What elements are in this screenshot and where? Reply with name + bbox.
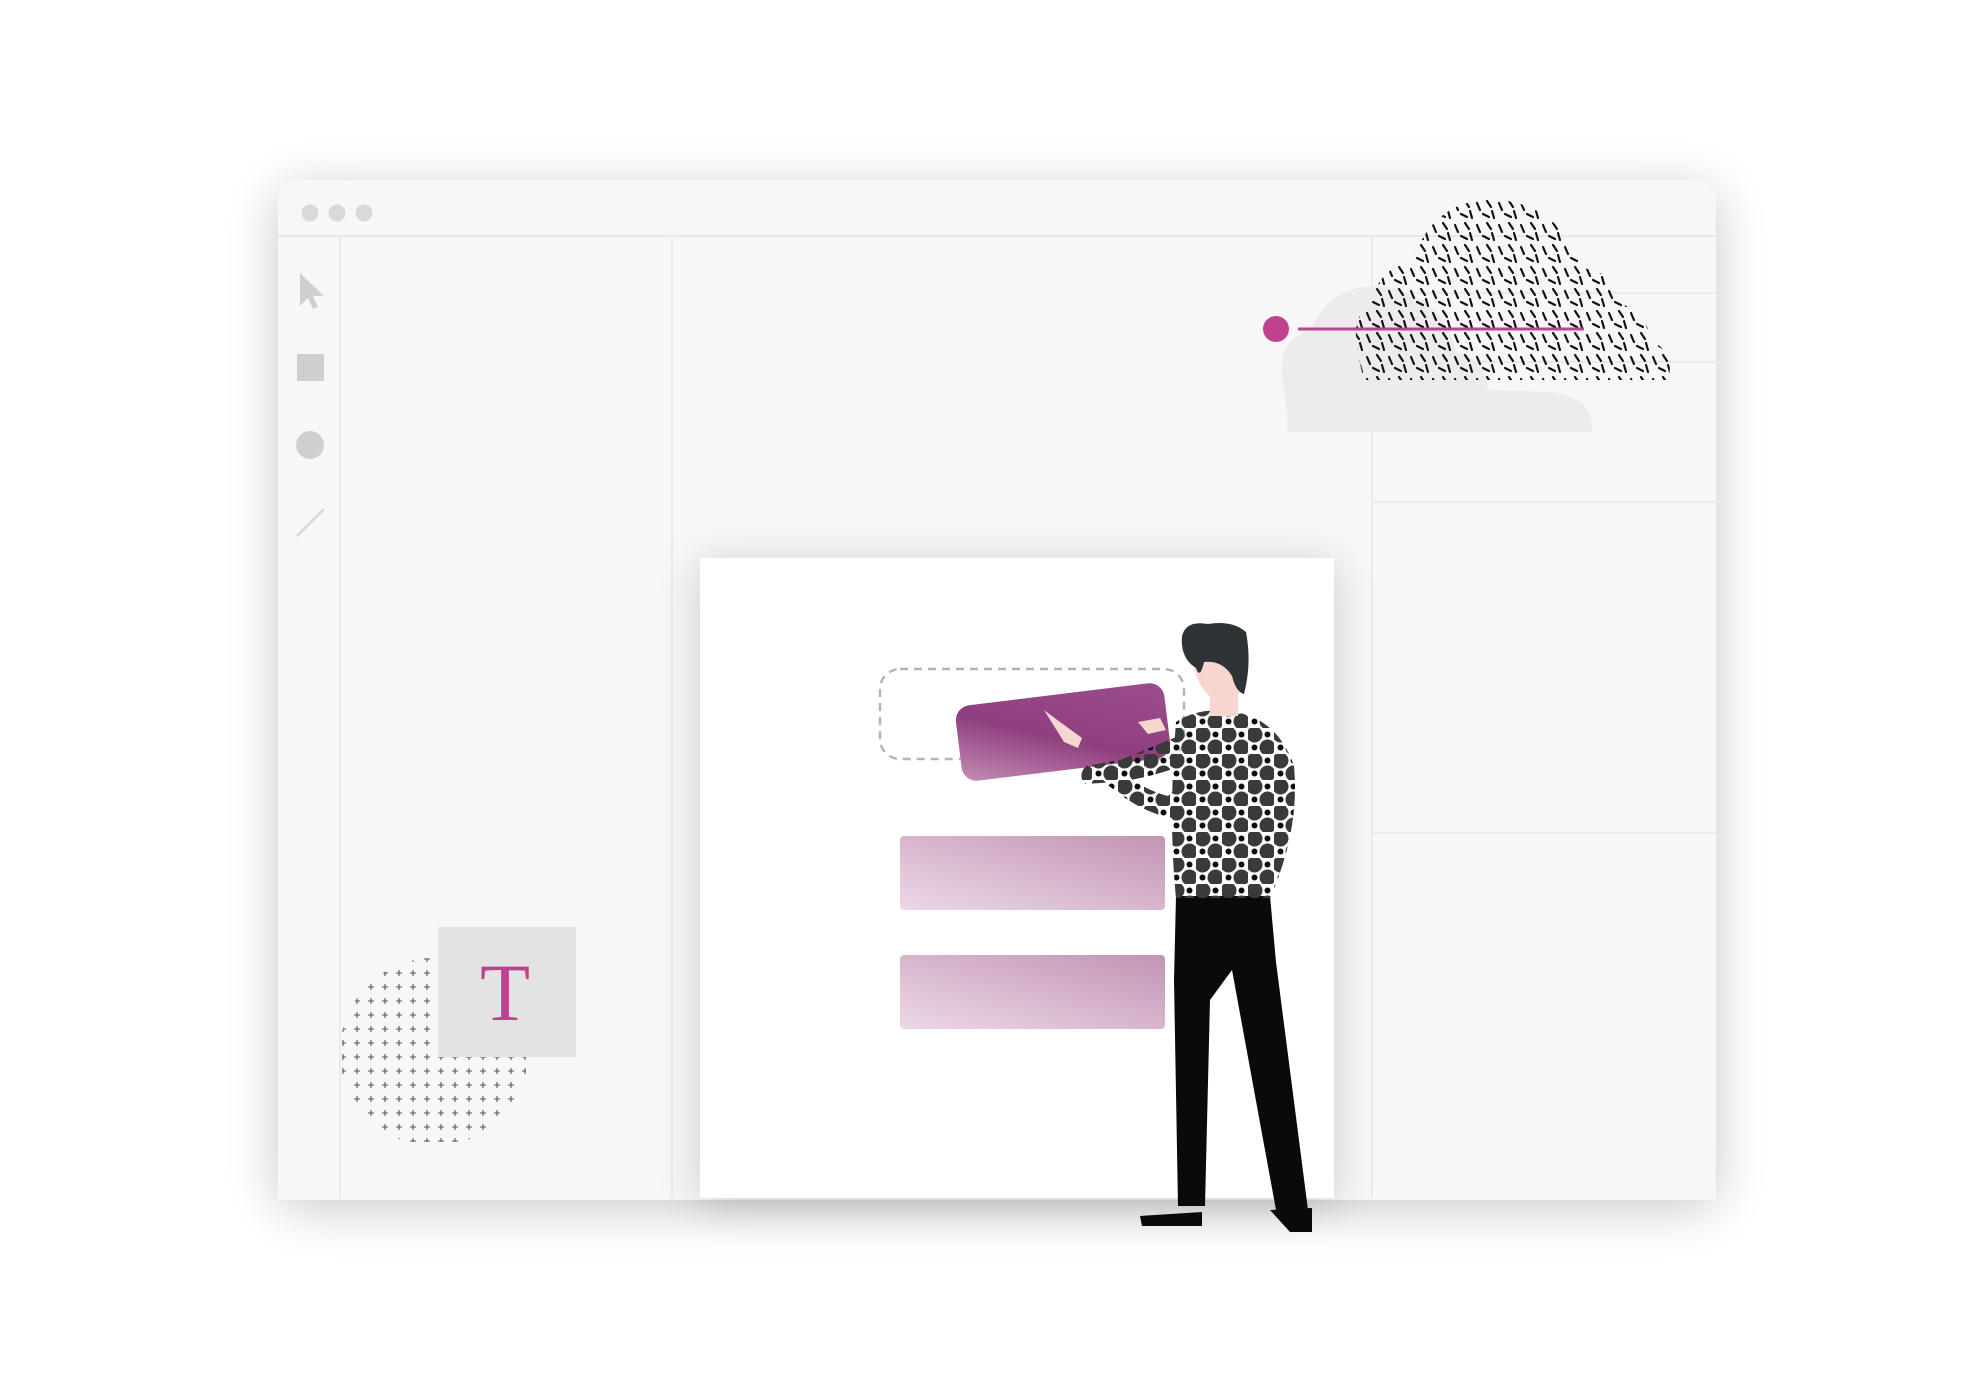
- window-dot-minimize[interactable]: [328, 204, 346, 222]
- square-icon[interactable]: [297, 354, 324, 381]
- person-shoe-right: [1270, 1208, 1312, 1232]
- component-bar-1[interactable]: [900, 836, 1165, 910]
- person-shoe-left: [1140, 1212, 1202, 1226]
- text-tool-glyph: T: [480, 947, 530, 1038]
- window-dot-close[interactable]: [301, 204, 319, 222]
- circle-icon[interactable]: [296, 431, 324, 459]
- window-dot-maximize[interactable]: [355, 204, 373, 222]
- connector-node: [1263, 316, 1289, 342]
- component-bar-2[interactable]: [900, 955, 1165, 1029]
- scene-illustration: T: [278, 180, 1716, 1232]
